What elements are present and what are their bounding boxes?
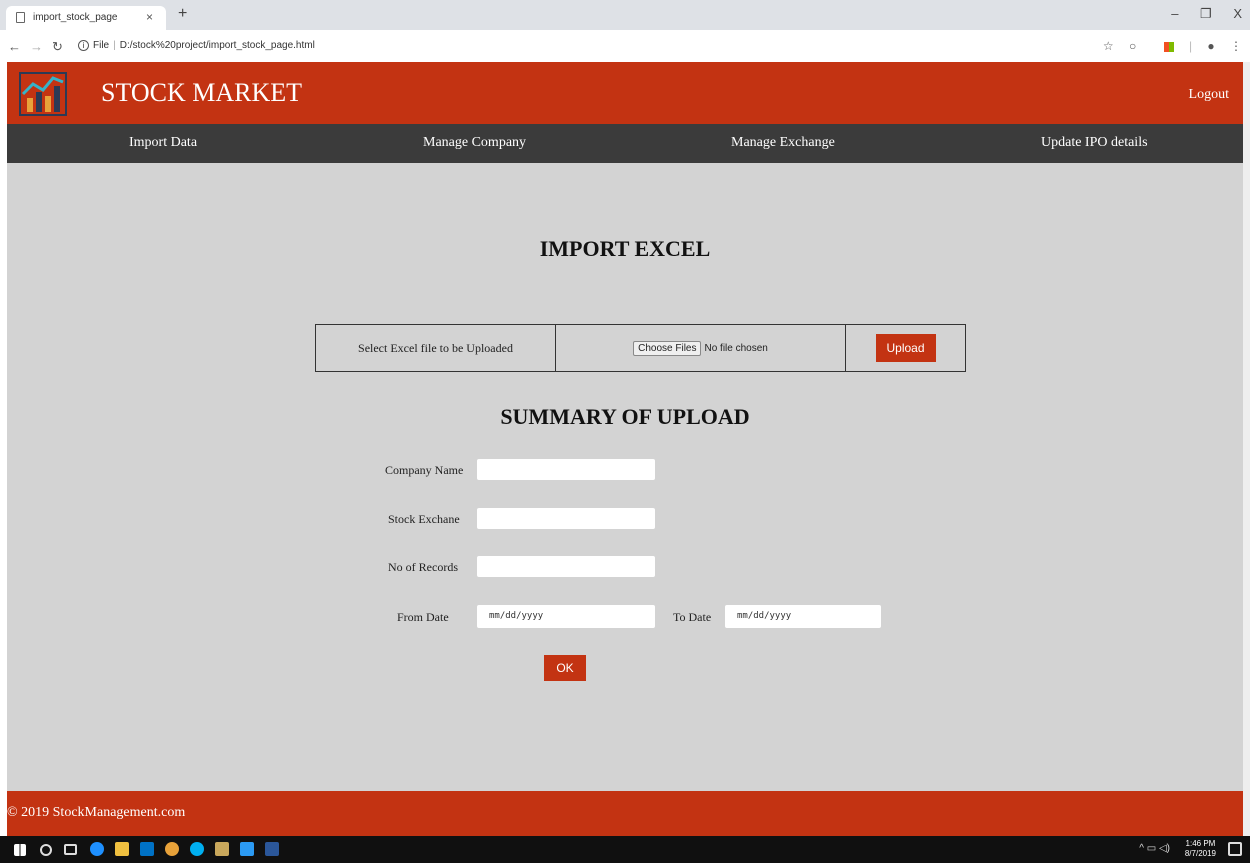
ok-button[interactable]: OK <box>544 655 586 681</box>
edge-browser-icon[interactable] <box>90 842 104 856</box>
no-of-records-label: No of Records <box>388 560 458 574</box>
logout-link[interactable]: Logout <box>1189 87 1229 103</box>
reload-icon[interactable]: ↻ <box>52 39 63 55</box>
upload-table: Select Excel file to be Uploaded Choose … <box>315 324 966 372</box>
window-controls: – ❐ X <box>1153 6 1242 22</box>
site-title: STOCK MARKET <box>101 78 303 107</box>
close-window-button[interactable]: X <box>1233 6 1242 21</box>
upload-button[interactable]: Upload <box>875 334 936 362</box>
forward-arrow-icon[interactable]: → <box>30 39 43 54</box>
new-tab-button[interactable]: + <box>178 5 187 23</box>
menu-item-import-data[interactable]: Import Data <box>129 135 197 151</box>
url-prefix: File <box>93 40 110 51</box>
app-icon[interactable] <box>215 842 229 856</box>
windows-start-icon[interactable] <box>14 844 26 856</box>
company-name-label: Company Name <box>385 463 464 477</box>
search-icon[interactable] <box>40 844 52 856</box>
page-content: STOCK MARKET Logout Import Data Manage C… <box>7 62 1243 836</box>
vscode-icon[interactable] <box>240 842 254 856</box>
word-icon[interactable] <box>265 842 279 856</box>
stock-chart-logo-icon <box>19 72 67 116</box>
bookmark-star-icon[interactable]: ☆ <box>1103 39 1114 53</box>
choose-files-button[interactable]: Choose Files <box>633 340 702 356</box>
from-date-input[interactable]: mm/dd/yyyy <box>477 605 655 628</box>
company-name-input[interactable] <box>477 459 655 480</box>
chrome-icon[interactable] <box>165 842 179 856</box>
copyright-text: © 2019 StockManagement.com <box>7 805 186 820</box>
tab-title: import_stock_page <box>33 12 118 23</box>
url-field[interactable]: i File | D:/stock%20project/import_stock_pa… <box>78 36 315 56</box>
page-left-edge <box>0 62 7 836</box>
url-text: D:/stock%20project/import_stock_page.htm… <box>119 40 315 51</box>
site-footer: © 2019 StockManagement.com <box>7 791 1243 836</box>
menu-item-manage-company[interactable]: Manage Company <box>423 135 526 151</box>
info-icon[interactable]: i <box>78 39 89 51</box>
upload-cell: Upload <box>846 325 965 371</box>
menu-item-update-ipo[interactable]: Update IPO details <box>1041 135 1148 151</box>
os-taskbar: ^ ▭ ◁) 1:46 PM 8/7/2019 <box>0 836 1250 863</box>
extension-circle-icon[interactable]: ○ <box>1129 39 1136 53</box>
browser-tab-bar: import_stock_page × + – ❐ X <box>0 0 1250 30</box>
browser-tab[interactable]: import_stock_page × <box>6 6 166 30</box>
stock-exchange-input[interactable] <box>477 508 655 529</box>
file-explorer-icon[interactable] <box>115 842 129 856</box>
windows-extension-icon[interactable] <box>1152 39 1174 53</box>
notification-icon[interactable] <box>1228 842 1242 856</box>
browser-address-bar: ← → ↻ i File | D:/stock%20project/import_st… <box>0 30 1250 62</box>
back-arrow-icon[interactable]: ← <box>8 39 21 54</box>
stock-exchange-label: Stock Exchane <box>388 512 460 526</box>
no-file-text: No file chosen <box>704 342 768 354</box>
browser-toolbar-icons: ☆ ○ | ● ⋮ <box>1102 39 1242 53</box>
menu-kebab-icon[interactable]: ⋮ <box>1230 39 1242 53</box>
clock-time: 1:46 PM <box>1185 839 1216 848</box>
tab-close-icon[interactable]: × <box>146 10 153 24</box>
page-icon <box>16 12 25 23</box>
main-menu: Import Data Manage Company Manage Exchan… <box>7 124 1243 163</box>
to-date-label: To Date <box>673 610 712 624</box>
menu-item-manage-exchange[interactable]: Manage Exchange <box>731 135 835 151</box>
to-date-input[interactable]: mm/dd/yyyy <box>725 605 881 628</box>
outlook-icon[interactable] <box>140 842 154 856</box>
scrollbar[interactable] <box>1243 62 1250 836</box>
system-tray-icons[interactable]: ^ ▭ ◁) <box>1139 843 1170 854</box>
skype-icon[interactable] <box>190 842 204 856</box>
import-heading: IMPORT EXCEL <box>539 236 711 261</box>
taskbar-clock[interactable]: 1:46 PM 8/7/2019 <box>1185 839 1216 859</box>
minimize-button[interactable]: – <box>1171 6 1178 21</box>
no-of-records-input[interactable] <box>477 556 655 577</box>
summary-heading: SUMMARY OF UPLOAD <box>500 404 750 429</box>
profile-icon[interactable]: ● <box>1207 39 1214 53</box>
clock-date: 8/7/2019 <box>1184 849 1216 858</box>
from-date-label: From Date <box>397 610 449 624</box>
task-view-icon[interactable] <box>64 844 77 855</box>
site-header: STOCK MARKET Logout <box>7 62 1243 124</box>
select-file-label: Select Excel file to be Uploaded <box>316 325 556 371</box>
restore-button[interactable]: ❐ <box>1200 6 1212 22</box>
file-input[interactable]: Choose Files No file chosen <box>556 325 846 371</box>
